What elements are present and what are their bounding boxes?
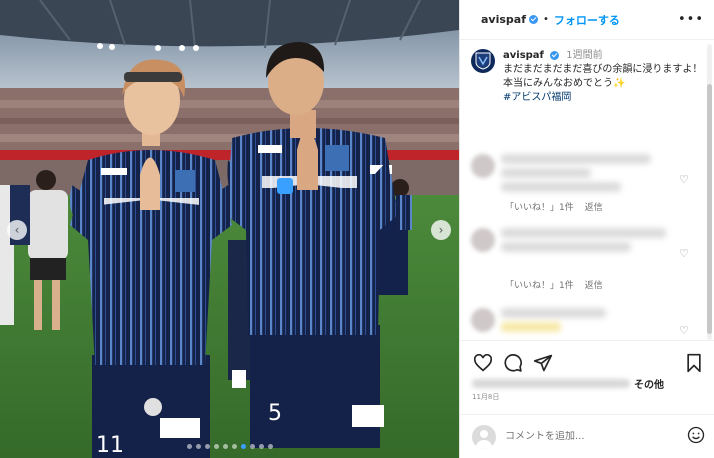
comment-input[interactable]	[505, 431, 675, 442]
likes-others[interactable]: その他	[634, 376, 664, 391]
emoji-icon[interactable]	[687, 426, 705, 448]
hashtag-link[interactable]: #アビスパ福岡	[503, 91, 702, 105]
carousel-dot	[240, 443, 246, 449]
post-panel: avispaf • フォローする ••• avispaf 1週間前 まだまだまだ…	[459, 0, 714, 458]
comment-text-redacted	[501, 154, 651, 164]
stadium-photo: 11 5	[0, 0, 459, 458]
heart-icon[interactable]	[472, 352, 494, 374]
header-separator: •	[543, 14, 549, 25]
comments-scroll-area[interactable]: avispaf 1週間前 まだまだまだまだ喜びの余韻に浸りますよ！ 本当にみんな…	[460, 40, 714, 340]
verified-icon	[550, 50, 560, 60]
verified-icon	[529, 15, 538, 24]
comment-text-redacted	[501, 182, 621, 192]
post-date[interactable]: 11月8日	[472, 392, 499, 402]
more-icon[interactable]: •••	[678, 12, 704, 27]
carousel-prev-button[interactable]: ‹	[7, 220, 27, 240]
carousel-dot	[213, 443, 219, 449]
comment-heart-icon[interactable]: ♡	[679, 173, 689, 186]
carousel-dot	[195, 443, 201, 449]
avatar[interactable]	[471, 49, 495, 73]
comment-item: ♡ 「いいね！」1件 返信	[471, 222, 706, 292]
post-header: avispaf • フォローする •••	[460, 0, 714, 40]
comment-likes[interactable]: 「いいね！」1件	[505, 281, 574, 291]
comment-text-redacted	[501, 242, 631, 252]
caption-time[interactable]: 1週間前	[566, 50, 602, 61]
comment-text-redacted	[501, 322, 561, 332]
comment-likes[interactable]: 「いいね！」1件	[505, 203, 574, 213]
svg-text:5: 5	[268, 401, 282, 426]
comment-avatar[interactable]	[471, 308, 495, 332]
club-crest-icon	[475, 52, 491, 70]
carousel-next-button[interactable]: ›	[431, 220, 451, 240]
carousel-dot	[258, 443, 264, 449]
comment-avatar[interactable]	[471, 154, 495, 178]
follow-button[interactable]: フォローする	[554, 12, 620, 28]
carousel-dot	[204, 443, 210, 449]
post-caption: avispaf 1週間前 まだまだまだまだ喜びの余韻に浸りますよ！ 本当にみんな…	[460, 40, 714, 105]
comment-icon[interactable]	[502, 352, 524, 374]
header-username[interactable]: avispaf	[481, 13, 526, 26]
reply-button[interactable]: 返信	[585, 203, 603, 213]
comment-text-redacted	[501, 228, 666, 238]
scrollbar-thumb[interactable]	[707, 84, 712, 334]
reply-button[interactable]: 返信	[585, 281, 603, 291]
likes-summary[interactable]: その他	[472, 376, 664, 391]
caption-line: まだまだまだまだ喜びの余韻に浸りますよ！	[503, 64, 703, 75]
carousel-dot	[249, 443, 255, 449]
caption-line: 本当にみんなおめでとう✨	[503, 78, 626, 89]
likes-names-redacted	[472, 378, 630, 388]
carousel-dot	[231, 443, 237, 449]
comment-heart-icon[interactable]: ♡	[679, 247, 689, 260]
caption-username[interactable]: avispaf	[503, 50, 544, 61]
comment-text-redacted	[501, 168, 591, 178]
share-icon[interactable]	[532, 352, 554, 374]
carousel-dot	[186, 443, 192, 449]
comment-text-redacted	[501, 308, 606, 318]
comment-item: ♡ 「いいね！」1件 返信	[471, 148, 706, 218]
carousel-dot	[222, 443, 228, 449]
avatar	[472, 424, 496, 449]
comment-heart-icon[interactable]: ♡	[679, 324, 689, 337]
post-photo: 11 5 ‹ ›	[0, 0, 459, 458]
comment-item: ♡	[471, 302, 706, 340]
bookmark-icon[interactable]	[683, 352, 705, 374]
comment-avatar[interactable]	[471, 228, 495, 252]
comments-scrollbar[interactable]	[707, 44, 712, 340]
carousel-dot	[267, 443, 273, 449]
carousel-indicator	[0, 441, 459, 451]
add-comment-bar	[460, 414, 714, 458]
